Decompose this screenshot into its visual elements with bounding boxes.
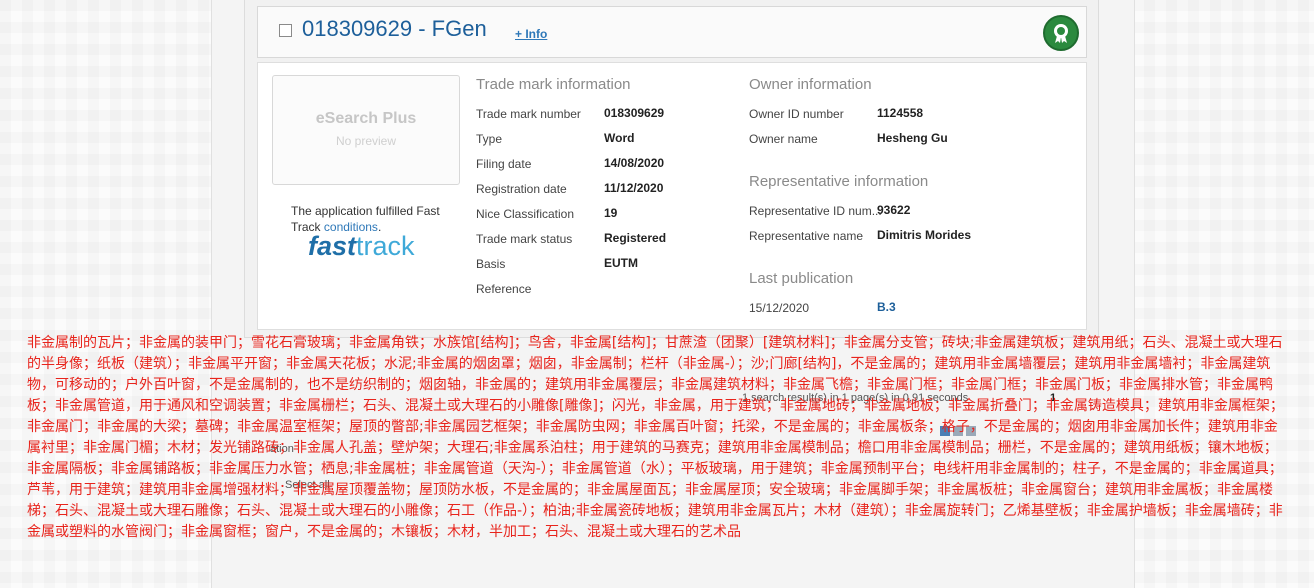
label-type: Type	[476, 132, 503, 146]
fast-track-logo: fasttrack	[308, 231, 438, 265]
trademark-title-link[interactable]: 018309629 - FGen	[302, 16, 487, 42]
last-publication-date: 15/12/2020	[749, 301, 810, 315]
label-representative-name: Representative name	[749, 229, 864, 243]
value-type: Word	[604, 131, 635, 145]
more-info-link[interactable]: + Info	[515, 27, 547, 41]
label-owner-name: Owner name	[749, 132, 818, 146]
last-publication-title: Last publication	[749, 270, 854, 287]
label-reference: Reference	[476, 282, 532, 296]
registered-badge-icon	[1043, 15, 1079, 51]
value-owner-name: Hesheng Gu	[877, 131, 948, 145]
value-representative-name: Dimitris Morides	[877, 228, 972, 242]
label-representative-id: Representative ID num...	[749, 204, 882, 218]
owner-info-title: Owner information	[749, 76, 872, 93]
label-trademark-number: Trade mark number	[476, 107, 581, 121]
fast-track-logo-word2: track	[356, 231, 415, 261]
result-details: eSearch Plus No preview The application …	[257, 62, 1087, 330]
value-basis: EUTM	[604, 256, 638, 270]
trademark-info-title: Trade mark information	[476, 76, 631, 93]
value-registration-date: 11/12/2020	[604, 181, 664, 195]
goods-services-overlay-text: 非金属制的瓦片；非金属的装甲门；雪花石膏玻璃；非金属角铁；水族馆[结构]；鸟舍，…	[27, 335, 1284, 540]
label-filing-date: Filing date	[476, 157, 532, 171]
value-trademark-status: Registered	[604, 231, 667, 245]
value-representative-id: 93622	[877, 203, 911, 217]
value-filing-date: 14/08/2020	[604, 156, 665, 170]
label-registration-date: Registration date	[476, 182, 567, 196]
trademark-thumbnail[interactable]: eSearch Plus No preview	[272, 75, 460, 185]
result-header: 018309629 - FGen + Info	[257, 6, 1087, 58]
value-trademark-number: 018309629	[604, 106, 665, 120]
fast-track-logo-word1: fast	[308, 231, 357, 261]
representative-info-title: Representative information	[749, 173, 929, 190]
label-trademark-status: Trade mark status	[476, 232, 573, 246]
label-basis: Basis	[476, 257, 506, 271]
label-nice-classification: Nice Classification	[476, 207, 575, 221]
value-owner-id: 1124558	[877, 106, 924, 120]
thumbnail-brand: eSearch Plus	[315, 110, 417, 127]
thumbnail-subtitle: No preview	[335, 134, 397, 148]
value-nice-classification: 19	[604, 206, 618, 220]
last-publication-code-link[interactable]: B.3	[877, 300, 896, 314]
select-checkbox[interactable]	[279, 24, 292, 37]
label-owner-id: Owner ID number	[749, 107, 844, 121]
